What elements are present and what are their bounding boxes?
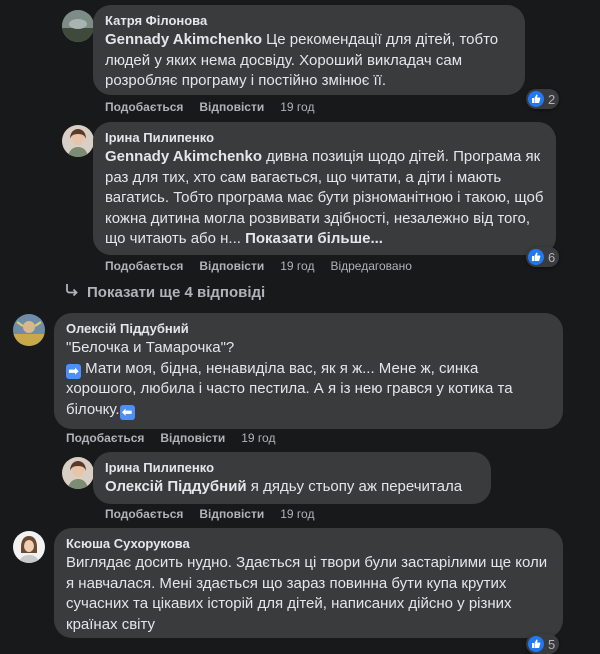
comment-bubble: Ірина Пилипенко Олексій Піддубний я дядь…: [93, 452, 491, 504]
timestamp[interactable]: 19 год: [280, 99, 314, 115]
timestamp[interactable]: 19 год: [241, 430, 275, 446]
edited-label: Відредаговано: [330, 259, 412, 273]
right-arrow-icon: ➡: [66, 363, 81, 379]
avatar[interactable]: [13, 531, 45, 563]
comment-text-quote: "Белочка и Тамарочка"?: [66, 339, 235, 356]
like-button[interactable]: Подобається: [105, 99, 183, 115]
reaction-number: 6: [548, 249, 556, 265]
left-arrow-icon: ⬅: [119, 404, 135, 420]
reaction-number: 5: [548, 636, 556, 652]
comment-text: Gennady Akimchenko Це рекомендації для д…: [105, 31, 499, 89]
like-button[interactable]: Подобається: [105, 506, 183, 522]
like-button[interactable]: Подобається: [66, 430, 144, 446]
reply-button[interactable]: Відповісти: [199, 258, 264, 274]
see-more-link[interactable]: Показати більше...: [245, 230, 383, 247]
thumbs-up-icon: [528, 249, 544, 265]
avatar[interactable]: [13, 314, 45, 346]
comment-text: Олексій Піддубний я дядьу стьопу аж пере…: [105, 478, 463, 495]
reaction-count[interactable]: 5: [526, 634, 560, 654]
comment-bubble: Олексій Піддубний "Белочка и Тамарочка"?…: [54, 313, 563, 429]
reply-button[interactable]: Відповісти: [160, 430, 225, 446]
mention-link[interactable]: Олексій Піддубний: [105, 478, 247, 495]
comment-author[interactable]: Ірина Пилипенко: [105, 460, 479, 476]
avatar[interactable]: [62, 10, 94, 42]
reply-button[interactable]: Відповісти: [199, 99, 264, 115]
show-more-replies-button[interactable]: Показати ще 4 відповіді: [65, 283, 265, 301]
comment-author[interactable]: Ірина Пилипенко: [105, 130, 544, 146]
comment-bubble: Ірина Пилипенко Gennady Akimchenko дивна…: [93, 122, 556, 255]
comment-bubble: Ксюша Сухорукова Виглядає досить нудно. …: [54, 528, 563, 638]
mention-link[interactable]: Gennady Akimchenko: [105, 31, 262, 48]
reply-arrow-icon: [65, 283, 79, 301]
comment-text: ➡ Мати моя, бідна, ненавиділа вас, як я …: [66, 359, 513, 420]
comment-text: Gennady Akimchenko дивна позиція щодо ді…: [105, 148, 544, 247]
comment-author[interactable]: Катря Філонова: [105, 13, 513, 29]
avatar[interactable]: [62, 125, 94, 157]
comment-author[interactable]: Ксюша Сухорукова: [66, 536, 551, 552]
comment-author[interactable]: Олексій Піддубний: [66, 321, 551, 337]
timestamp[interactable]: 19 год: [280, 506, 314, 522]
like-button[interactable]: Подобається: [105, 258, 183, 274]
reply-button[interactable]: Відповісти: [199, 506, 264, 522]
comment-actions: Подобається Відповісти 19 год: [105, 99, 314, 115]
comment-bubble: Катря Філонова Gennady Akimchenko Це рек…: [93, 5, 525, 95]
avatar[interactable]: [62, 457, 94, 489]
reaction-count[interactable]: 2: [526, 89, 560, 109]
comment-actions: Подобається Відповісти 19 год: [66, 430, 275, 446]
reaction-number: 2: [548, 91, 556, 107]
thumbs-up-icon: [528, 636, 544, 652]
thumbs-up-icon: [528, 91, 544, 107]
timestamp[interactable]: 19 год: [280, 258, 314, 274]
mention-link[interactable]: Gennady Akimchenko: [105, 148, 262, 165]
reaction-count[interactable]: 6: [526, 247, 560, 267]
comment-actions: Подобається Відповісти 19 год Відредагов…: [105, 258, 412, 274]
comment-text: Виглядає досить нудно. Здається ці твори…: [66, 554, 548, 633]
comment-actions: Подобається Відповісти 19 год: [105, 506, 314, 522]
